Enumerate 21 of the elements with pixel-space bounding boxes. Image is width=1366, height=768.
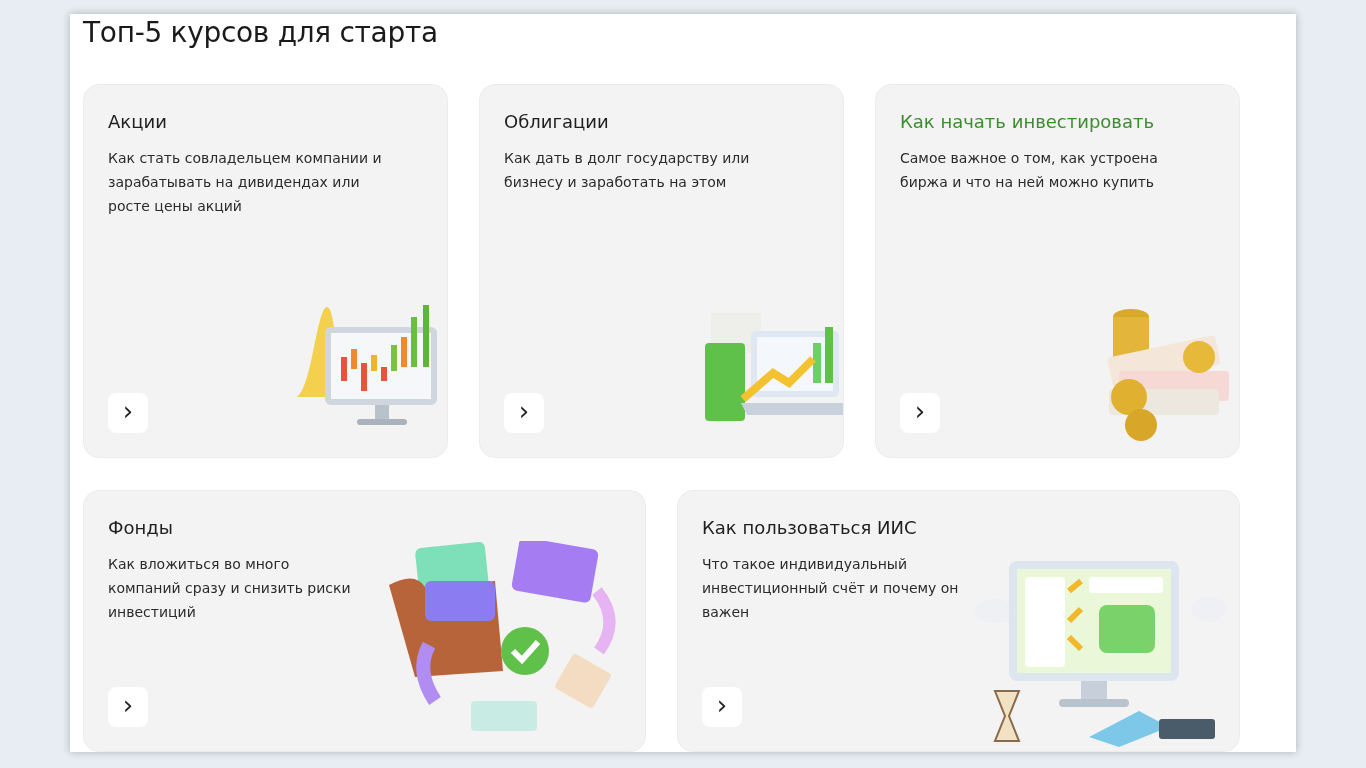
course-card[interactable]: Облигации Как дать в долг государству или бизнесу и заработать на этом › [479,84,844,458]
course-card[interactable]: Фонды Как вложиться во много компаний сразу и снизить риски инвестиций › [83,490,646,752]
course-title[interactable]: Фонды [108,515,173,541]
course-card[interactable]: Акции Как стать совладельцем компании и зарабатывать на дивидендах или росте цены акций › [83,84,448,458]
course-description: Как вложиться во много компаний сразу и снизить риски инвестиций [108,555,352,622]
course-title[interactable]: Акции [108,109,167,135]
open-course-button[interactable]: › [504,393,544,433]
course-title[interactable]: Как начать инвестировать [900,109,1155,135]
open-course-button[interactable]: › [108,687,148,727]
course-card[interactable]: Как начать инвестировать Самое важное о том, как устроена биржа и что на ней можно купить › [875,84,1240,458]
open-course-button[interactable]: › [702,687,742,727]
course-title[interactable]: Облигации [504,109,609,135]
course-description: Как стать совладельцем компании и зарабатывать на дивидендах или росте цены акций [108,149,383,216]
open-course-button[interactable]: › [900,393,940,433]
course-card[interactable]: Как пользоваться ИИС Что такое индивидуальный инвестиционный счёт и почему он важен › [677,490,1240,752]
section-title: Топ-5 курсов для старта [83,15,439,51]
course-description: Как дать в долг государству или бизнесу и заработать на этом [504,149,751,192]
course-title[interactable]: Как пользоваться ИИС [702,515,917,541]
course-description: Самое важное о том, как устроена биржа и что на ней можно купить [900,149,1159,192]
open-course-button[interactable]: › [108,393,148,433]
course-description: Что такое индивидуальный инвестиционный счёт и почему он важен [702,555,960,622]
